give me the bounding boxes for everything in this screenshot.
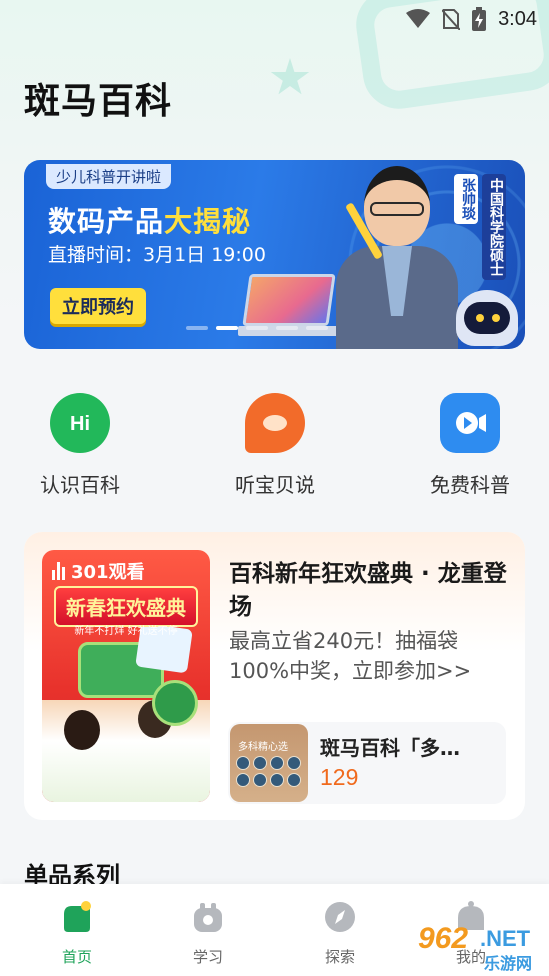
cover-person-1: [64, 710, 100, 750]
tab-label: 探索: [324, 948, 355, 966]
tab-home[interactable]: 首页: [32, 900, 122, 967]
live-bars-icon: [52, 562, 65, 580]
cover-subtitle: 新年不打烊 好礼送不停: [74, 626, 178, 637]
product-thumbnail: 多科精心选: [230, 724, 308, 802]
study-icon: [194, 903, 222, 932]
banner-headline: 数码产品大揭秘: [48, 200, 251, 240]
pager-dot[interactable]: [186, 326, 208, 330]
banner-tag: 少儿科普开讲啦: [46, 164, 172, 189]
no-sim-icon: [442, 9, 461, 30]
watermark-number: 962: [418, 922, 469, 955]
video-camera-icon: [440, 393, 500, 453]
banner-time: 直播时间：3月1日 19:00: [48, 244, 266, 266]
quick-action-label: 免费科普: [430, 473, 510, 497]
pager-dot[interactable]: [306, 326, 328, 330]
banner-pager: [186, 326, 328, 330]
cover-title: 新春狂欢盛典: [54, 586, 198, 627]
live-cover-image[interactable]: 新春狂欢盛典 新年不打烊 好礼送不停 301观看: [42, 550, 210, 802]
pager-dot[interactable]: [276, 326, 298, 330]
compass-icon: [325, 902, 355, 932]
banner-headline-part2: 大揭秘: [164, 205, 252, 238]
banner-headline-part1: 数码产品: [48, 205, 165, 238]
promo-banner[interactable]: 少儿科普开讲啦 数码产品大揭秘 直播时间：3月1日 19:00 立即预约 张帅琰…: [24, 160, 525, 349]
battery-charging-icon: [472, 7, 487, 31]
tab-label: 学习: [192, 948, 223, 966]
svg-text:Hi: Hi: [70, 413, 90, 435]
laptop-illustration: [242, 274, 336, 326]
wifi-icon: [406, 9, 431, 28]
quick-action-label: 听宝贝说: [235, 473, 315, 497]
pager-dot[interactable]: [216, 326, 238, 330]
status-time: 3:04: [498, 7, 537, 30]
tab-explore[interactable]: 探索: [295, 900, 385, 967]
reserve-button[interactable]: 立即预约: [50, 288, 146, 324]
presenter-photo: [336, 166, 458, 349]
quick-action-free-science[interactable]: 免费科普: [400, 393, 540, 498]
status-bar: 3:04: [0, 0, 549, 38]
presenter-title: 中国科学院硕士: [482, 174, 506, 280]
site-watermark: 962 .NET 乐游网: [418, 922, 546, 973]
hi-bubble-icon: Hi: [50, 393, 110, 453]
quick-action-listen[interactable]: 听宝贝说: [205, 393, 345, 498]
quick-action-know-baike[interactable]: Hi 认识百科: [10, 393, 150, 498]
watermark-net: .NET: [480, 926, 531, 951]
flame-icon: [245, 393, 305, 453]
cover-mascot: [152, 680, 198, 726]
product-price: 129: [320, 764, 359, 790]
presenter-name: 张帅琰: [454, 174, 478, 224]
tab-label: 首页: [61, 948, 92, 966]
live-viewer-badge: 301观看: [52, 558, 145, 584]
live-promo-card[interactable]: 新春狂欢盛典 新年不打烊 好礼送不停 301观看 百科新年狂欢盛典 · 龙重登场…: [24, 532, 525, 820]
robot-eye-right: [492, 314, 500, 322]
robot-face: [464, 302, 510, 334]
home-icon: [64, 901, 91, 932]
page-title: 斑马百科: [24, 81, 173, 122]
watermark-subtitle: 乐游网: [484, 954, 533, 973]
robot-eye-left: [476, 314, 484, 322]
product-item[interactable]: 多科精心选 斑马百科「多… 129: [228, 722, 506, 804]
promo-title: 百科新年狂欢盛典 · 龙重登场: [229, 561, 507, 620]
thumbnail-title: 多科精心选: [238, 742, 288, 753]
product-name: 斑马百科「多…: [320, 736, 460, 760]
viewer-count: 301观看: [71, 562, 145, 583]
thumbnail-globes: [236, 756, 302, 787]
pager-dot[interactable]: [246, 326, 268, 330]
quick-actions: Hi 认识百科 听宝贝说 免费科普: [0, 393, 549, 503]
promo-description[interactable]: 最高立省240元！抽福袋100%中奖，立即参加>>: [229, 626, 511, 686]
quick-action-label: 认识百科: [40, 473, 120, 497]
tab-study[interactable]: 学习: [163, 900, 253, 967]
